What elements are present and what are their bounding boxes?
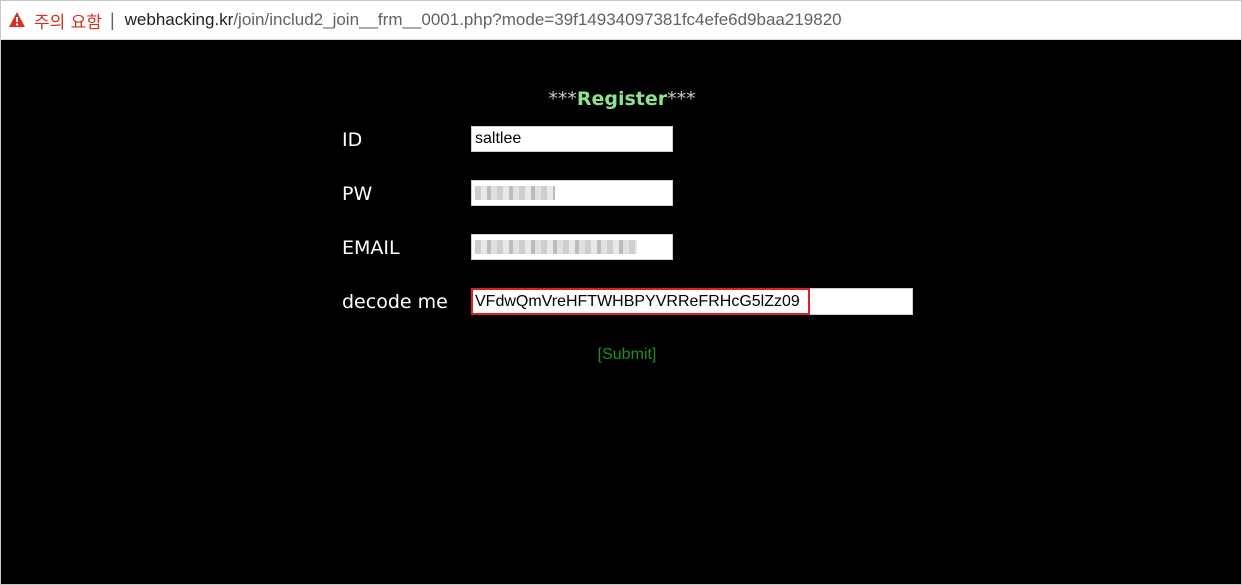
security-warning-label[interactable]: 주의 요함 bbox=[34, 8, 102, 33]
pw-label: PW bbox=[342, 183, 373, 205]
url-separator: | bbox=[109, 9, 115, 30]
id-label: ID bbox=[342, 129, 363, 151]
title-suffix: *** bbox=[667, 88, 696, 110]
title-prefix: *** bbox=[548, 88, 577, 110]
url-path[interactable]: /join/includ2_join__frm__0001.php?mode=3… bbox=[233, 10, 841, 30]
url-host[interactable]: webhacking.kr bbox=[125, 10, 234, 30]
email-input[interactable] bbox=[471, 234, 673, 260]
page-content: ***Register*** ID saltlee PW EMAIL decod… bbox=[0, 40, 1242, 585]
pw-input[interactable] bbox=[471, 180, 673, 206]
redacted-email bbox=[475, 239, 637, 254]
id-input[interactable]: saltlee bbox=[471, 126, 673, 152]
decode-value-highlight[interactable]: VFdwQmVreHFTWHBPYVRReFRHcG5lZz09 bbox=[471, 288, 810, 315]
decode-label: decode me bbox=[342, 291, 448, 313]
address-bar[interactable]: 주의 요함 | webhacking.kr/join/includ2_join_… bbox=[0, 0, 1242, 40]
submit-link[interactable]: [Submit] bbox=[1, 346, 1242, 364]
redacted-password bbox=[475, 185, 555, 200]
email-label: EMAIL bbox=[342, 237, 400, 259]
title-main: Register bbox=[576, 88, 668, 110]
form-title: ***Register*** bbox=[1, 88, 1242, 110]
warning-icon bbox=[9, 12, 25, 27]
